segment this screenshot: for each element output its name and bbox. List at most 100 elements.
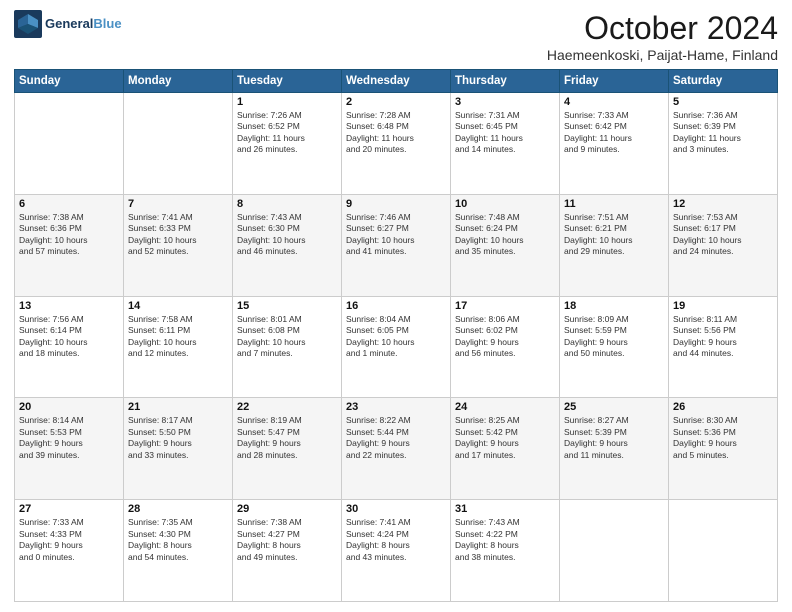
day-info: Sunrise: 7:26 AM Sunset: 6:52 PM Dayligh… <box>237 110 337 156</box>
calendar-cell: 23Sunrise: 8:22 AM Sunset: 5:44 PM Dayli… <box>342 398 451 500</box>
day-number: 24 <box>455 401 555 413</box>
weekday-header-saturday: Saturday <box>669 70 778 93</box>
day-info: Sunrise: 7:53 AM Sunset: 6:17 PM Dayligh… <box>673 212 773 258</box>
day-number: 12 <box>673 198 773 210</box>
calendar-subtitle: Haemeenkoski, Paijat-Hame, Finland <box>547 47 778 63</box>
day-info: Sunrise: 8:30 AM Sunset: 5:36 PM Dayligh… <box>673 415 773 461</box>
day-info: Sunrise: 7:36 AM Sunset: 6:39 PM Dayligh… <box>673 110 773 156</box>
logo-icon <box>14 10 42 38</box>
calendar-cell: 18 Sunrise: 8:09 AM Sunset: 5:59 PM Dayli… <box>560 296 669 398</box>
day-info: Sunrise: 7:38 AM Sunset: 6:36 PM Dayligh… <box>19 212 119 258</box>
calendar-cell: 22Sunrise: 8:19 AM Sunset: 5:47 PM Dayli… <box>233 398 342 500</box>
week-row-2: 6 Sunrise: 7:38 AM Sunset: 6:36 PM Daylig… <box>15 194 778 296</box>
day-number: 26 <box>673 401 773 413</box>
day-number: 13 <box>19 300 119 312</box>
weekday-header-monday: Monday <box>124 70 233 93</box>
day-info: Sunrise: 7:28 AM Sunset: 6:48 PM Dayligh… <box>346 110 446 156</box>
title-block: October 2024 Haemeenkoski, Paijat-Hame, … <box>547 10 778 63</box>
day-info: Sunrise: 7:58 AM Sunset: 6:11 PM Dayligh… <box>128 314 228 360</box>
logo: GeneralBlue <box>14 10 122 38</box>
calendar-cell: 17 Sunrise: 8:06 AM Sunset: 6:02 PM Dayli… <box>451 296 560 398</box>
day-number: 3 <box>455 96 555 108</box>
calendar-cell <box>669 500 778 602</box>
calendar-cell: 8 Sunrise: 7:43 AM Sunset: 6:30 PM Daylig… <box>233 194 342 296</box>
day-number: 2 <box>346 96 446 108</box>
calendar-cell: 25 Sunrise: 8:27 AM Sunset: 5:39 PM Dayli… <box>560 398 669 500</box>
calendar-cell: 6 Sunrise: 7:38 AM Sunset: 6:36 PM Daylig… <box>15 194 124 296</box>
calendar-cell: 28 Sunrise: 7:35 AM Sunset: 4:30 PM Dayli… <box>124 500 233 602</box>
day-info: Sunrise: 8:01 AM Sunset: 6:08 PM Dayligh… <box>237 314 337 360</box>
weekday-header-friday: Friday <box>560 70 669 93</box>
day-info: Sunrise: 7:43 AM Sunset: 4:22 PM Dayligh… <box>455 517 555 563</box>
weekday-header-wednesday: Wednesday <box>342 70 451 93</box>
week-row-5: 27Sunrise: 7:33 AM Sunset: 4:33 PM Dayli… <box>15 500 778 602</box>
week-row-4: 20 Sunrise: 8:14 AM Sunset: 5:53 PM Dayli… <box>15 398 778 500</box>
calendar-cell: 20 Sunrise: 8:14 AM Sunset: 5:53 PM Dayli… <box>15 398 124 500</box>
day-info: Sunrise: 8:27 AM Sunset: 5:39 PM Dayligh… <box>564 415 664 461</box>
day-number: 27 <box>19 503 119 515</box>
calendar-cell: 15Sunrise: 8:01 AM Sunset: 6:08 PM Dayli… <box>233 296 342 398</box>
calendar-cell: 19 Sunrise: 8:11 AM Sunset: 5:56 PM Dayli… <box>669 296 778 398</box>
day-number: 20 <box>19 401 119 413</box>
calendar-cell: 30Sunrise: 7:41 AM Sunset: 4:24 PM Dayli… <box>342 500 451 602</box>
weekday-header-sunday: Sunday <box>15 70 124 93</box>
day-info: Sunrise: 7:41 AM Sunset: 4:24 PM Dayligh… <box>346 517 446 563</box>
calendar-cell: 3 Sunrise: 7:31 AM Sunset: 6:45 PM Daylig… <box>451 93 560 195</box>
day-info: Sunrise: 7:31 AM Sunset: 6:45 PM Dayligh… <box>455 110 555 156</box>
calendar-cell: 24 Sunrise: 8:25 AM Sunset: 5:42 PM Dayli… <box>451 398 560 500</box>
day-info: Sunrise: 8:17 AM Sunset: 5:50 PM Dayligh… <box>128 415 228 461</box>
day-number: 19 <box>673 300 773 312</box>
calendar-cell: 29 Sunrise: 7:38 AM Sunset: 4:27 PM Dayli… <box>233 500 342 602</box>
day-info: Sunrise: 7:56 AM Sunset: 6:14 PM Dayligh… <box>19 314 119 360</box>
day-info: Sunrise: 7:48 AM Sunset: 6:24 PM Dayligh… <box>455 212 555 258</box>
day-number: 18 <box>564 300 664 312</box>
weekday-header-tuesday: Tuesday <box>233 70 342 93</box>
calendar-cell: 10Sunrise: 7:48 AM Sunset: 6:24 PM Dayli… <box>451 194 560 296</box>
calendar-cell: 21 Sunrise: 8:17 AM Sunset: 5:50 PM Dayli… <box>124 398 233 500</box>
calendar-cell <box>124 93 233 195</box>
day-info: Sunrise: 7:43 AM Sunset: 6:30 PM Dayligh… <box>237 212 337 258</box>
day-info: Sunrise: 8:11 AM Sunset: 5:56 PM Dayligh… <box>673 314 773 360</box>
day-number: 11 <box>564 198 664 210</box>
calendar-cell: 26 Sunrise: 8:30 AM Sunset: 5:36 PM Dayli… <box>669 398 778 500</box>
calendar-table: SundayMondayTuesdayWednesdayThursdayFrid… <box>14 69 778 602</box>
day-info: Sunrise: 7:35 AM Sunset: 4:30 PM Dayligh… <box>128 517 228 563</box>
day-number: 17 <box>455 300 555 312</box>
weekday-header-row: SundayMondayTuesdayWednesdayThursdayFrid… <box>15 70 778 93</box>
calendar-cell: 11 Sunrise: 7:51 AM Sunset: 6:21 PM Dayli… <box>560 194 669 296</box>
day-number: 28 <box>128 503 228 515</box>
day-number: 6 <box>19 198 119 210</box>
day-number: 25 <box>564 401 664 413</box>
day-number: 4 <box>564 96 664 108</box>
day-number: 14 <box>128 300 228 312</box>
calendar-cell: 7Sunrise: 7:41 AM Sunset: 6:33 PM Daylig… <box>124 194 233 296</box>
calendar-cell: 13 Sunrise: 7:56 AM Sunset: 6:14 PM Dayli… <box>15 296 124 398</box>
day-info: Sunrise: 8:14 AM Sunset: 5:53 PM Dayligh… <box>19 415 119 461</box>
day-number: 8 <box>237 198 337 210</box>
day-info: Sunrise: 8:06 AM Sunset: 6:02 PM Dayligh… <box>455 314 555 360</box>
week-row-1: 1 Sunrise: 7:26 AM Sunset: 6:52 PM Daylig… <box>15 93 778 195</box>
day-info: Sunrise: 7:33 AM Sunset: 6:42 PM Dayligh… <box>564 110 664 156</box>
logo-text: GeneralBlue <box>45 17 122 31</box>
calendar-cell: 9Sunrise: 7:46 AM Sunset: 6:27 PM Daylig… <box>342 194 451 296</box>
day-number: 21 <box>128 401 228 413</box>
calendar-cell: 1 Sunrise: 7:26 AM Sunset: 6:52 PM Daylig… <box>233 93 342 195</box>
day-info: Sunrise: 7:38 AM Sunset: 4:27 PM Dayligh… <box>237 517 337 563</box>
calendar-cell <box>560 500 669 602</box>
day-info: Sunrise: 8:25 AM Sunset: 5:42 PM Dayligh… <box>455 415 555 461</box>
page: GeneralBlue October 2024 Haemeenkoski, P… <box>0 0 792 612</box>
day-number: 22 <box>237 401 337 413</box>
calendar-cell: 31 Sunrise: 7:43 AM Sunset: 4:22 PM Dayli… <box>451 500 560 602</box>
calendar-cell: 14 Sunrise: 7:58 AM Sunset: 6:11 PM Dayli… <box>124 296 233 398</box>
day-info: Sunrise: 8:09 AM Sunset: 5:59 PM Dayligh… <box>564 314 664 360</box>
day-number: 31 <box>455 503 555 515</box>
day-number: 23 <box>346 401 446 413</box>
day-info: Sunrise: 7:51 AM Sunset: 6:21 PM Dayligh… <box>564 212 664 258</box>
day-number: 5 <box>673 96 773 108</box>
day-info: Sunrise: 7:41 AM Sunset: 6:33 PM Dayligh… <box>128 212 228 258</box>
calendar-cell: 2 Sunrise: 7:28 AM Sunset: 6:48 PM Daylig… <box>342 93 451 195</box>
day-number: 29 <box>237 503 337 515</box>
calendar-title: October 2024 <box>547 10 778 47</box>
calendar-cell <box>15 93 124 195</box>
day-number: 1 <box>237 96 337 108</box>
